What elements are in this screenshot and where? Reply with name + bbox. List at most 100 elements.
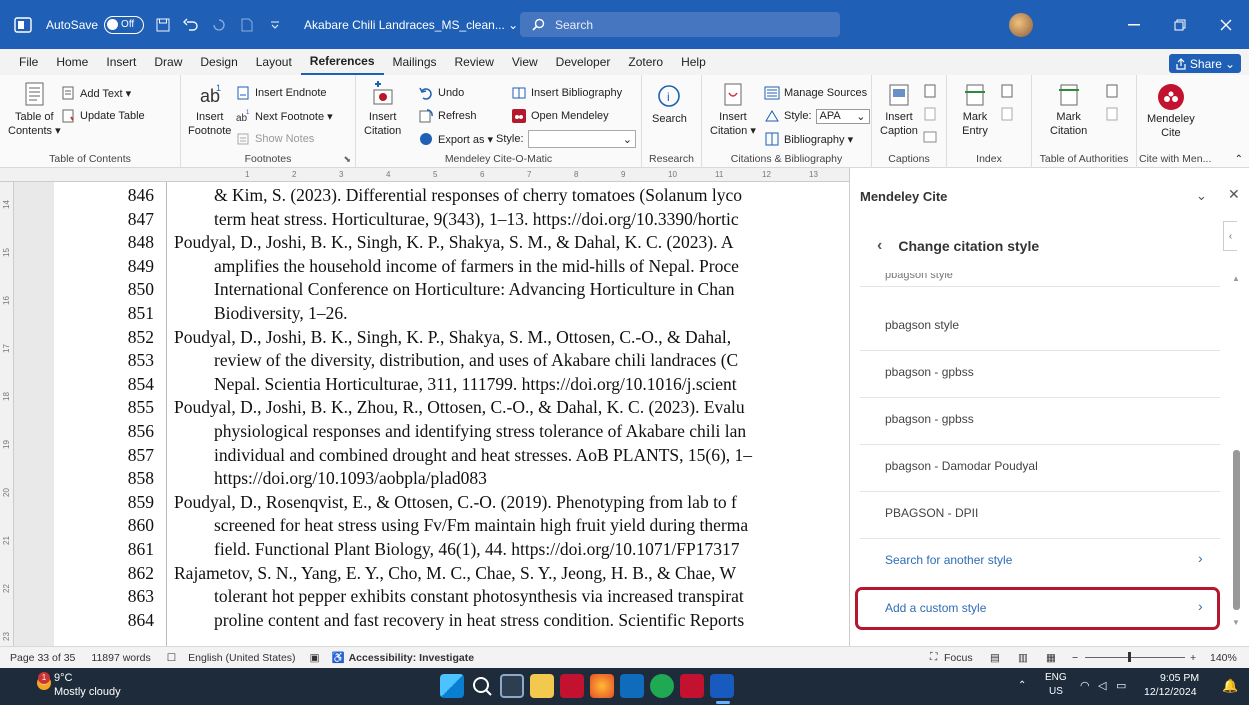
volume-icon[interactable]: ◁ [1098, 679, 1106, 692]
search-another-style-link[interactable]: Search for another style [885, 553, 1012, 567]
insert-citation-mendeley-button[interactable]: Insert Citation [364, 81, 401, 137]
close-panel-icon[interactable]: ✕ [1228, 186, 1240, 203]
reference-text[interactable]: & Kim, S. (2023). Differential responses… [214, 185, 742, 206]
reference-text[interactable]: Nepal. Scientia Horticulturae, 311, 1117… [214, 374, 737, 395]
tab-zotero[interactable]: Zotero [619, 49, 672, 75]
tab-mailings[interactable]: Mailings [384, 49, 446, 75]
update-figures-table-icon[interactable] [922, 106, 938, 122]
clock-time[interactable]: 9:05 PM [1160, 672, 1199, 684]
update-table-button[interactable]: Update Table [60, 108, 145, 124]
tab-layout[interactable]: Layout [247, 49, 301, 75]
close-window-button[interactable] [1203, 0, 1249, 49]
zoom-out-icon[interactable]: − [1072, 652, 1078, 664]
open-mendeley-button[interactable]: Open Mendeley [511, 108, 609, 124]
next-footnote-button[interactable]: ab 1 Next Footnote ▾ [235, 108, 333, 124]
autosave-toggle[interactable]: Off [104, 15, 145, 34]
insert-table-of-figures-icon[interactable] [922, 83, 938, 99]
notification-bell-icon[interactable]: 🔔 [1222, 678, 1238, 694]
reference-text[interactable]: Poudyal, D., Joshi, B. K., Singh, K. P.,… [174, 232, 734, 253]
tab-view[interactable]: View [503, 49, 547, 75]
start-menu-icon[interactable] [440, 674, 464, 698]
manage-sources-button[interactable]: Manage Sources [764, 85, 867, 101]
mendeley-taskbar-icon[interactable] [560, 674, 584, 698]
reference-text[interactable]: tolerant hot pepper exhibits constant ph… [214, 586, 744, 607]
battery-icon[interactable]: ▭ [1116, 679, 1126, 692]
style-item[interactable]: pbagson - Damodar Poudyal [885, 459, 1038, 473]
document-page[interactable]: 846 & Kim, S. (2023). Differential respon… [54, 182, 849, 646]
collapse-sidebar-icon[interactable]: ‹ [1223, 221, 1237, 251]
reference-text[interactable]: International Conference on Horticulture… [214, 279, 734, 300]
file-explorer-icon[interactable] [530, 674, 554, 698]
tab-review[interactable]: Review [446, 49, 503, 75]
wifi-icon[interactable]: ◠ [1080, 679, 1090, 692]
refresh-button[interactable]: Refresh [418, 108, 477, 124]
restore-button[interactable] [1157, 0, 1203, 49]
tab-file[interactable]: File [10, 49, 47, 75]
zoom-slider-thumb[interactable] [1128, 652, 1131, 662]
page-count[interactable]: Page 33 of 35 [10, 652, 75, 664]
reference-text[interactable]: amplifies the household income of farmer… [214, 256, 739, 277]
scroll-down-arrow-icon[interactable]: ▼ [1232, 618, 1240, 627]
search-taskbar-icon[interactable] [470, 674, 494, 698]
redo-icon[interactable] [210, 16, 228, 34]
save-icon[interactable] [154, 16, 172, 34]
focus-icon[interactable]: ⛶ [930, 651, 937, 664]
cross-reference-icon[interactable] [922, 129, 938, 145]
reference-text[interactable]: https://doi.org/10.1093/aobpla/plad083 [214, 468, 487, 489]
style-item[interactable]: pbagson style [885, 318, 959, 332]
chevron-down-icon[interactable]: ⌄ [1196, 188, 1207, 204]
tab-home[interactable]: Home [47, 49, 97, 75]
bibliography-button[interactable]: Bibliography ▾ [764, 131, 853, 147]
focus-mode-button[interactable]: Focus [944, 652, 973, 664]
add-custom-style-link[interactable]: Add a custom style [885, 601, 986, 615]
web-layout-icon[interactable]: ▦ [1046, 652, 1056, 664]
reference-text[interactable]: Rajametov, S. N., Yang, E. Y., Cho, M. C… [174, 563, 736, 584]
cite-o-matic-style-select[interactable]: ⌄ [528, 130, 636, 148]
citation-style-select[interactable]: APA ⌄ [815, 108, 870, 124]
tab-insert[interactable]: Insert [97, 49, 145, 75]
tab-design[interactable]: Design [191, 49, 246, 75]
weather-text[interactable]: Mostly cloudy [54, 686, 121, 698]
insert-footnote-button[interactable]: ab 1 Insert Footnote [188, 81, 231, 137]
reference-text[interactable]: individual and combined drought and heat… [214, 445, 752, 466]
table-of-contents-button[interactable]: Table of Contents ▾ [8, 81, 61, 137]
reference-text[interactable]: Poudyal, D., Joshi, B. K., Zhou, R., Ott… [174, 397, 745, 418]
export-as-button[interactable]: Export as ▾ [418, 131, 493, 147]
tab-developer[interactable]: Developer [547, 49, 620, 75]
vertical-ruler[interactable]: 14 15 16 17 18 19 20 21 22 23 [0, 182, 14, 646]
search-research-button[interactable]: i Search [652, 83, 687, 125]
minimize-button[interactable] [1111, 0, 1157, 49]
reference-text[interactable]: Biodiversity, 1–26. [214, 303, 348, 324]
read-mode-icon[interactable]: ▤ [990, 652, 1000, 664]
reference-text[interactable]: proline content and fast recovery in hea… [214, 610, 744, 631]
proofing-icon[interactable]: ☐ [167, 652, 176, 664]
mark-entry-button[interactable]: Mark Entry [961, 81, 989, 137]
reference-text[interactable]: Poudyal, D., Rosenqvist, E., & Ottosen, … [174, 492, 737, 513]
weather-temp[interactable]: 9°C [54, 672, 72, 684]
zoom-slider[interactable] [1085, 657, 1185, 658]
share-button[interactable]: Share ⌄ [1168, 54, 1241, 73]
word-app-icon[interactable] [12, 14, 34, 36]
mendeley-cite-button[interactable]: Mendeley Cite [1147, 83, 1195, 139]
track-changes-icon[interactable]: ▣ [310, 652, 320, 664]
reference-text[interactable]: physiological responses and identifying … [214, 421, 746, 442]
show-notes-button[interactable]: Show Notes [235, 131, 314, 147]
zoom-level[interactable]: 140% [1210, 652, 1237, 664]
clock-date[interactable]: 12/12/2024 [1144, 686, 1197, 698]
insert-citation-button[interactable]: Insert Citation ▾ [710, 81, 756, 137]
print-layout-icon[interactable]: ▥ [1018, 652, 1028, 664]
insert-endnote-button[interactable]: Insert Endnote [235, 85, 327, 101]
document-area[interactable]: 846 & Kim, S. (2023). Differential respon… [14, 182, 849, 646]
style-item[interactable]: PBAGSON - DPII [885, 506, 978, 520]
search-box[interactable]: Search [520, 12, 840, 37]
accessibility-status[interactable]: Accessibility: Investigate [349, 652, 474, 664]
firefox-icon[interactable] [590, 674, 614, 698]
insert-index-icon[interactable] [999, 83, 1015, 99]
reference-text[interactable]: review of the diversity, distribution, a… [214, 350, 738, 371]
insert-table-of-authorities-icon[interactable] [1104, 83, 1120, 99]
tab-references[interactable]: References [300, 49, 384, 75]
reference-text[interactable]: screened for heat stress using Fv/Fm mai… [214, 515, 748, 536]
insert-bibliography-button[interactable]: Insert Bibliography [511, 85, 622, 101]
user-avatar[interactable] [1009, 13, 1033, 37]
update-authorities-icon[interactable] [1104, 106, 1120, 122]
